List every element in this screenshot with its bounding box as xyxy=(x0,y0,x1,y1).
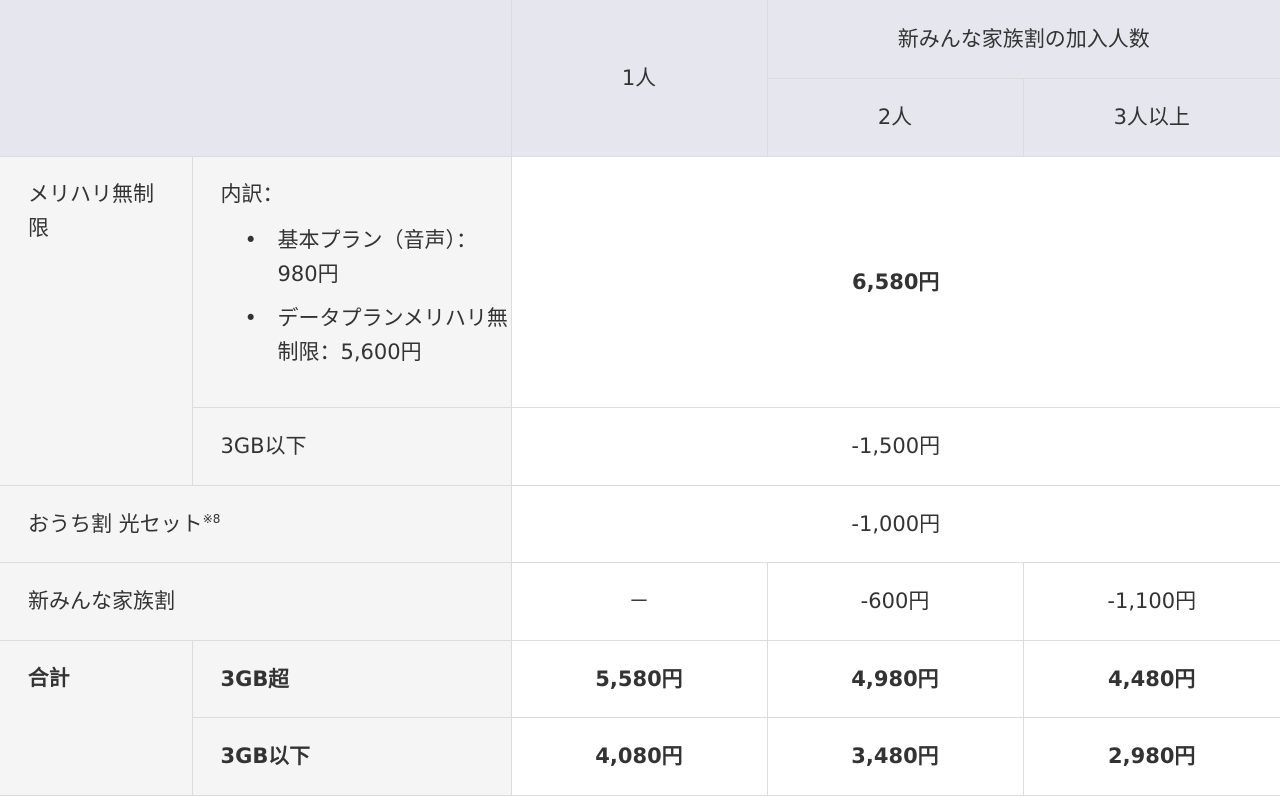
under3gb-discount: -1,500円 xyxy=(510,406,1280,486)
merihari-label: メリハリ無制限 xyxy=(0,155,193,486)
header-empty-cell xyxy=(0,0,512,157)
total-under3gb-3: 2,980円 xyxy=(1022,716,1280,796)
header-one-person: 1人 xyxy=(510,0,768,157)
header-family-group: 新みんな家族割の加入人数 xyxy=(766,0,1280,79)
home-discount-label-text: おうち割 光セット xyxy=(28,511,203,536)
breakdown-title: 内訳： xyxy=(220,181,284,206)
breakdown-cell: 内訳： 基本プラン（音声）：980円 データプランメリハリ無制限：5,600円 xyxy=(191,155,512,408)
total-under3gb-2: 3,480円 xyxy=(766,716,1024,796)
breakdown-item-text: 基本プラン（音声）：980円 xyxy=(277,227,478,286)
home-discount-value: -1,000円 xyxy=(510,484,1280,563)
total-label: 合計 xyxy=(0,639,193,796)
total-under3gb-label: 3GB以下 xyxy=(192,716,512,796)
breakdown-item: データプランメリハリ無制限：5,600円 xyxy=(221,301,511,369)
total-under3gb-1: 4,080円 xyxy=(510,716,768,796)
breakdown-item: 基本プラン（音声）：980円 xyxy=(221,223,511,291)
total-over3gb-1: 5,580円 xyxy=(510,639,768,718)
merihari-label-text: メリハリ無制限 xyxy=(28,181,154,240)
home-discount-label: おうち割 光セット※8 xyxy=(0,484,512,563)
under3gb-label: 3GB以下 xyxy=(192,406,512,486)
header-two-people: 2人 xyxy=(767,77,1024,157)
total-over3gb-3: 4,480円 xyxy=(1022,639,1280,718)
breakdown-list: 基本プラン（音声）：980円 データプランメリハリ無制限：5,600円 xyxy=(221,223,511,369)
total-over3gb-label: 3GB超 xyxy=(191,639,512,718)
merihari-price: 6,580円 xyxy=(510,155,1280,408)
price-table: 1人 新みんな家族割の加入人数 2人 3人以上 メリハリ無制限 内訳： 基本プラ… xyxy=(0,0,1280,796)
footnote-ref: ※8 xyxy=(202,511,221,526)
family-discount-label: 新みんな家族割 xyxy=(0,561,512,641)
breakdown-item-text: データプランメリハリ無制限：5,600円 xyxy=(277,305,508,364)
family-discount-2: -600円 xyxy=(766,561,1024,641)
header-three-plus: 3人以上 xyxy=(1022,77,1280,157)
family-discount-3: -1,100円 xyxy=(1022,561,1280,641)
family-discount-1: － xyxy=(510,561,768,641)
total-over3gb-2: 4,980円 xyxy=(766,639,1024,718)
